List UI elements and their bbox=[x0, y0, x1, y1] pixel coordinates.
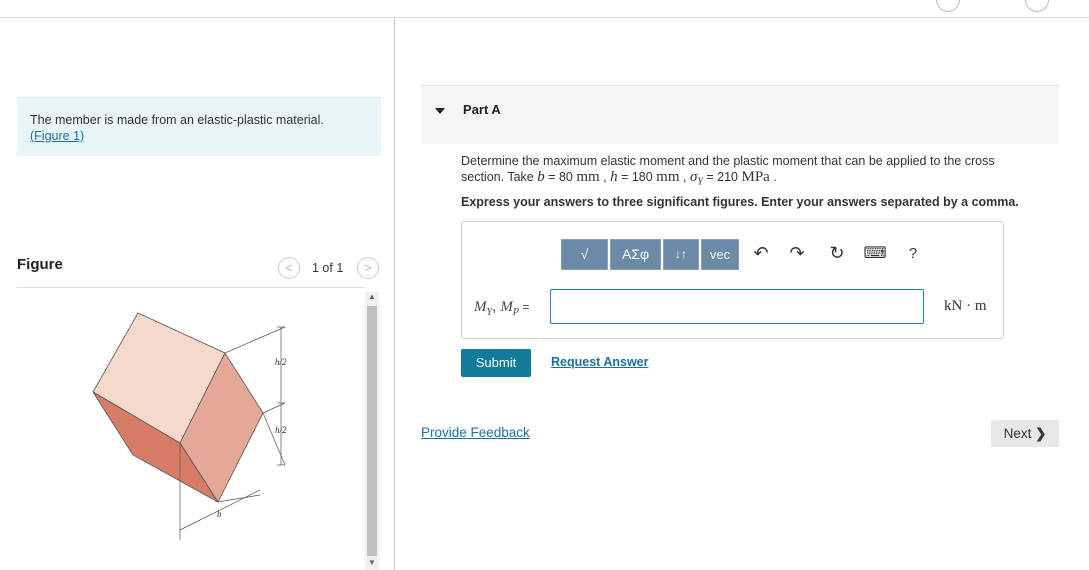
subscript-superscript-button[interactable]: ↓↑ bbox=[663, 239, 699, 270]
dim-label-h-half-bottom: h/2 bbox=[275, 425, 287, 435]
reset-icon[interactable]: ↻ bbox=[824, 239, 850, 268]
question-text: Determine the maximum elastic moment and… bbox=[461, 153, 1041, 191]
intro-text: The member is made from an elastic-plast… bbox=[30, 112, 324, 144]
provide-feedback-link[interactable]: Provide Feedback bbox=[421, 425, 530, 440]
dim-label-b: b bbox=[217, 509, 222, 519]
templates-icon: √ bbox=[580, 246, 589, 262]
figure-title: Figure bbox=[17, 256, 63, 273]
top-circle-button[interactable] bbox=[1025, 0, 1049, 12]
next-button[interactable]: Next ❯ bbox=[991, 420, 1059, 447]
beam-figure: h/2 h/2 b bbox=[92, 312, 287, 540]
scroll-down-arrow-icon[interactable]: ▼ bbox=[367, 558, 377, 568]
intro-sentence: The member is made from an elastic-plast… bbox=[30, 113, 324, 127]
answer-input[interactable] bbox=[550, 289, 924, 324]
request-answer-link[interactable]: Request Answer bbox=[551, 355, 648, 369]
keyboard-icon[interactable]: ⌨ bbox=[862, 239, 888, 268]
scroll-up-arrow-icon[interactable]: ▲ bbox=[367, 292, 377, 302]
figure-next-button[interactable]: > bbox=[357, 257, 379, 279]
chevron-right-icon: > bbox=[364, 260, 372, 275]
figure-link[interactable]: (Figure 1) bbox=[30, 129, 84, 143]
figure-prev-button[interactable]: < bbox=[278, 257, 300, 279]
question-line-1: Determine the maximum elastic moment and… bbox=[461, 154, 995, 168]
greek-symbols-button[interactable]: ΑΣφ bbox=[610, 239, 661, 270]
answer-label: MY, MP = bbox=[474, 298, 530, 318]
answer-unit: kN · m bbox=[944, 298, 987, 314]
vector-button[interactable]: vec bbox=[701, 239, 739, 270]
triangle-down-icon[interactable] bbox=[435, 108, 445, 114]
top-circle-button[interactable] bbox=[936, 0, 960, 12]
part-a-header[interactable]: Part A bbox=[421, 85, 1059, 144]
scrollbar-thumb[interactable] bbox=[367, 306, 377, 556]
chevron-left-icon: < bbox=[285, 260, 293, 275]
redo-icon[interactable]: ↷ bbox=[784, 239, 810, 268]
top-divider bbox=[0, 17, 1089, 18]
panel-divider bbox=[394, 18, 395, 570]
dim-label-h-half-top: h/2 bbox=[275, 357, 287, 367]
figure-divider bbox=[17, 287, 365, 288]
part-title: Part A bbox=[463, 102, 501, 117]
figure-counter: 1 of 1 bbox=[312, 261, 344, 275]
chevron-right-icon: ❯ bbox=[1035, 426, 1047, 441]
arrows-updown-icon: ↓↑ bbox=[675, 247, 687, 261]
submit-button[interactable]: Submit bbox=[461, 349, 531, 377]
answer-instructions: Express your answers to three significan… bbox=[461, 195, 1019, 209]
help-button[interactable]: ? bbox=[900, 239, 926, 268]
templates-button[interactable]: √ bbox=[561, 239, 608, 270]
intro-box: The member is made from an elastic-plast… bbox=[17, 97, 381, 156]
answer-box: √ ΑΣφ ↓↑ vec ↶ ↷ ↻ ⌨ ? MY, MP = kN · m bbox=[461, 221, 1004, 339]
undo-icon[interactable]: ↶ bbox=[748, 239, 774, 268]
question-line-2: section. Take b = 80 mm , h = 180 mm , σ… bbox=[461, 169, 777, 188]
